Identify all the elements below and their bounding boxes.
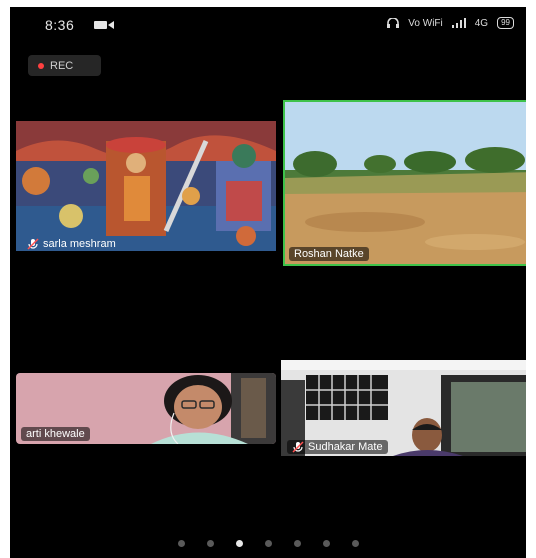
video-tile-roshan-natke[interactable]: Roshan Natke bbox=[283, 100, 526, 266]
video-tile-sarla-meshram[interactable]: sarla meshram bbox=[16, 121, 276, 251]
participant-video-field bbox=[285, 102, 526, 264]
system-icons: Vo WiFi 4G 99 bbox=[387, 17, 514, 29]
participant-name-tag: arti khewale bbox=[21, 427, 90, 441]
participant-name-tag: Sudhakar Mate bbox=[287, 440, 388, 454]
page-indicator[interactable] bbox=[10, 540, 526, 547]
page-dot[interactable] bbox=[206, 540, 214, 547]
recording-label: REC bbox=[50, 59, 74, 72]
participant-name: sarla meshram bbox=[43, 238, 116, 250]
participant-name: Sudhakar Mate bbox=[308, 441, 383, 453]
participant-name: arti khewale bbox=[26, 428, 85, 440]
page-dot[interactable] bbox=[322, 540, 330, 547]
participant-name-tag: Roshan Natke bbox=[289, 247, 369, 261]
headset-icon bbox=[387, 18, 400, 28]
vowifi-icon: Vo WiFi bbox=[408, 17, 443, 29]
recording-indicator[interactable]: REC bbox=[28, 55, 101, 76]
status-time: 8:36 bbox=[45, 17, 75, 33]
page-dot[interactable] bbox=[293, 540, 301, 547]
signal-icon bbox=[451, 18, 466, 28]
mic-muted-icon bbox=[27, 238, 39, 250]
video-tile-arti-khewale[interactable]: arti khewale bbox=[16, 373, 276, 444]
signal-label: 4G bbox=[474, 17, 489, 29]
status-bar: 8:36 Vo WiFi 4G 99 bbox=[10, 7, 526, 41]
video-tile-sudhakar-mate[interactable]: Sudhakar Mate bbox=[281, 360, 526, 456]
page-dot[interactable] bbox=[264, 540, 272, 547]
participant-name: Roshan Natke bbox=[294, 248, 364, 260]
page-dot[interactable] bbox=[177, 540, 185, 547]
participant-video-painting bbox=[16, 121, 276, 251]
battery-icon: 99 bbox=[497, 17, 514, 29]
page-dot[interactable] bbox=[351, 540, 359, 547]
video-camera-icon bbox=[94, 21, 114, 29]
mic-muted-icon bbox=[292, 441, 304, 453]
record-dot-icon bbox=[38, 62, 44, 69]
participant-name-tag: sarla meshram bbox=[22, 237, 121, 251]
page-dot[interactable] bbox=[235, 540, 243, 547]
meeting-screen: 8:36 Vo WiFi 4G 99 REC sarla meshram Ros… bbox=[10, 7, 526, 558]
